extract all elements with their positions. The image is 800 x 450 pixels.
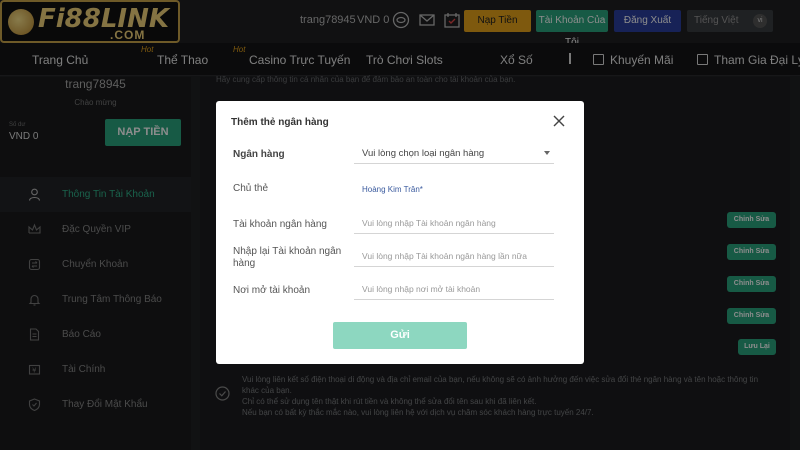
chevron-down-icon: [544, 151, 550, 155]
bank-select[interactable]: Vui lòng chọn loại ngân hàng: [354, 143, 554, 164]
add-bank-card-dialog: Thêm thẻ ngân hàng Ngân hàng Vui lòng ch…: [216, 101, 584, 364]
account-number-input[interactable]: Vui lòng nhập Tài khoản ngân hàng: [354, 213, 554, 234]
bank-select-value: Vui lòng chọn loại ngân hàng: [362, 148, 485, 159]
account-number-confirm-input[interactable]: Vui lòng nhập Tài khoản ngân hàng lần nữ…: [354, 246, 554, 267]
account-number-confirm-label: Nhập lại Tài khoản ngân hàng: [233, 246, 342, 269]
card-holder-value: Hoàng Kim Trân*: [362, 185, 423, 194]
account-number-label: Tài khoản ngân hàng: [233, 219, 327, 230]
bank-label: Ngân hàng: [233, 149, 285, 160]
dialog-title: Thêm thẻ ngân hàng: [231, 117, 329, 128]
branch-label: Nơi mở tài khoản: [233, 285, 311, 296]
close-icon[interactable]: [552, 114, 566, 128]
submit-button[interactable]: Gửi: [333, 322, 467, 349]
card-holder-label: Chủ thẻ: [233, 183, 269, 194]
branch-input[interactable]: Vui lòng nhập nơi mở tài khoản: [354, 279, 554, 300]
